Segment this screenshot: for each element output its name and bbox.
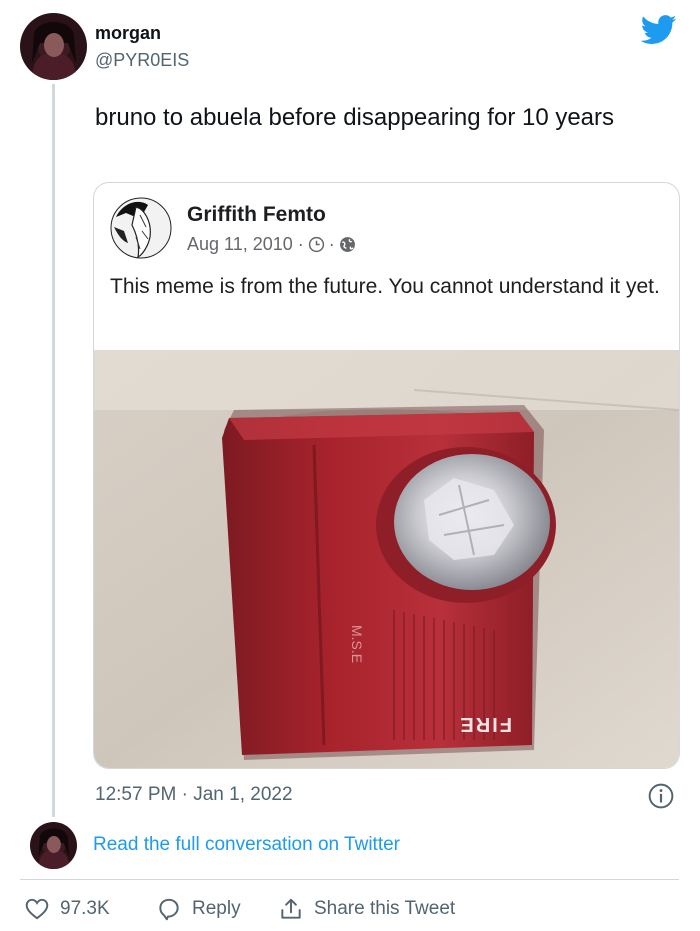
heart-icon (25, 898, 49, 920)
author-avatar[interactable] (20, 13, 87, 80)
thread-line (52, 84, 55, 817)
divider (20, 879, 679, 880)
quoted-author-avatar (110, 197, 172, 259)
share-icon (281, 898, 301, 919)
info-icon[interactable] (648, 783, 674, 809)
author-handle[interactable]: @PYR0EIS (95, 50, 189, 71)
viewer-avatar (30, 822, 77, 869)
meta-separator: · (328, 234, 335, 254)
share-label: Share this Tweet (314, 898, 456, 919)
reply-label: Reply (192, 898, 241, 919)
quoted-post-text: This meme is from the future. You cannot… (110, 275, 660, 298)
like-button[interactable]: 97.3K (24, 896, 110, 922)
svg-text:M.S.E: M.S.E (349, 625, 365, 663)
fire-text: FIRE (458, 713, 512, 735)
quoted-post-meta: Aug 11, 2010 · · (187, 234, 356, 255)
read-full-conversation-link[interactable]: Read the full conversation on Twitter (93, 834, 400, 856)
reply-icon (159, 898, 179, 921)
twitter-bird-icon[interactable] (641, 15, 677, 45)
author-name[interactable]: morgan (95, 23, 161, 44)
share-button[interactable]: Share this Tweet (278, 896, 455, 922)
quoted-post-card[interactable]: Griffith Femto Aug 11, 2010 · · This mem… (93, 182, 680, 769)
fire-alarm-photo[interactable]: M.S.E FIRE (94, 350, 679, 768)
quoted-author-name[interactable]: Griffith Femto (187, 203, 326, 227)
clock-icon (308, 236, 324, 253)
reply-button[interactable]: Reply (156, 896, 241, 922)
like-count: 97.3K (60, 898, 110, 919)
tweet-text: bruno to abuela before disappearing for … (95, 104, 615, 131)
quoted-post-date: Aug 11, 2010 · (187, 234, 304, 254)
globe-icon (339, 237, 355, 252)
tweet-timestamp[interactable]: 12:57 PM · Jan 1, 2022 (95, 784, 293, 806)
